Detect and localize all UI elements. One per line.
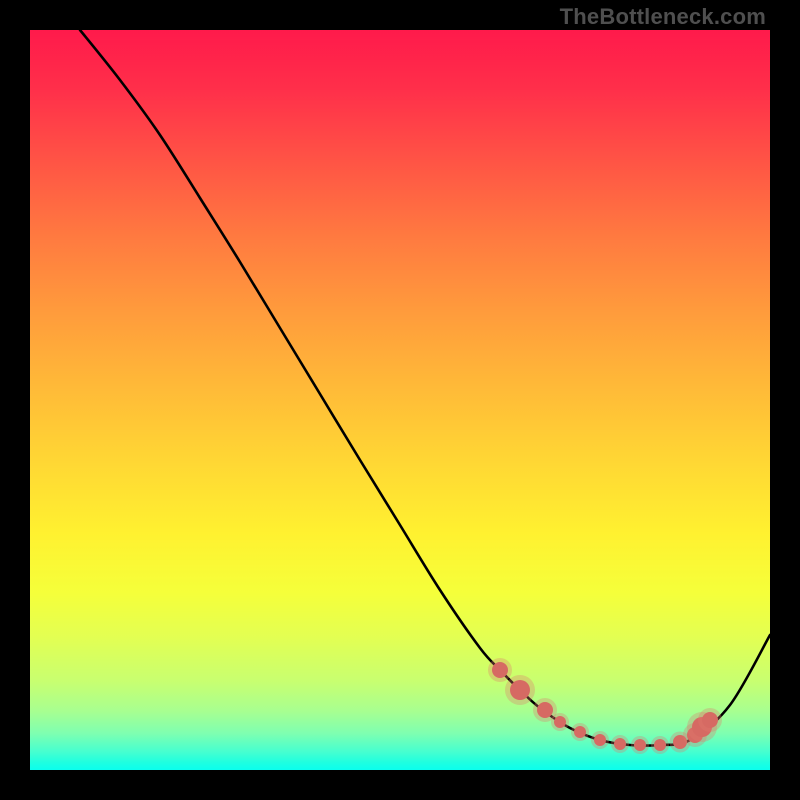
curve-marker [594, 734, 606, 746]
marker-group [488, 658, 722, 754]
curve-marker [654, 739, 666, 751]
curve-marker [492, 662, 508, 678]
bottleneck-curve [80, 30, 770, 746]
curve-marker [634, 739, 646, 751]
curve-marker [702, 712, 718, 728]
curve-layer [30, 30, 770, 770]
watermark-label: TheBottleneck.com [560, 4, 766, 30]
curve-marker [537, 702, 553, 718]
chart-frame: TheBottleneck.com [0, 0, 800, 800]
curve-marker [574, 726, 586, 738]
curve-marker [510, 680, 530, 700]
curve-marker [554, 716, 566, 728]
curve-marker [614, 738, 626, 750]
